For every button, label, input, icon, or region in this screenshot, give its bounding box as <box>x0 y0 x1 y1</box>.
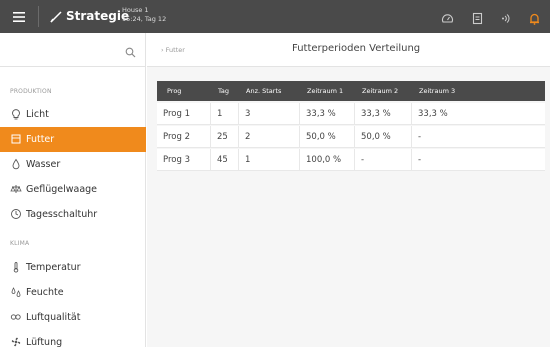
cell-period-1: 50,0 % <box>300 126 355 148</box>
cell-prog: Prog 1 <box>157 103 211 125</box>
humidity-icon <box>10 286 22 298</box>
fan-icon <box>10 336 22 347</box>
column-header-period-2: Zeitraum 2 <box>362 87 399 95</box>
sidebar-item-feuchte[interactable]: Feuchte <box>0 280 146 305</box>
cell-period-3: 33,3 % <box>418 109 448 119</box>
sidebar-item-label: Luftqualität <box>26 312 81 323</box>
sidebar-item-label: Temperatur <box>26 262 81 273</box>
cell-period-2: - <box>355 149 412 171</box>
table-header: Prog Tag Anz. Starts Zeitraum 1 Zeitraum… <box>157 81 545 101</box>
cell-prog: Prog 3 <box>157 149 211 171</box>
sidebar-item-wasser[interactable]: Wasser <box>0 152 146 177</box>
drop-icon <box>10 158 22 170</box>
column-header-prog: Prog <box>167 87 182 95</box>
cell-period-3: - <box>418 132 422 142</box>
page-title: Futterperioden Verteilung <box>292 43 421 54</box>
cell-period-1: 100,0 % <box>300 149 355 171</box>
top-bar: Strategie House 1 15:24, Tag 12 <box>0 0 550 33</box>
search-icon[interactable] <box>125 43 136 58</box>
house-time: 15:24, Tag 12 <box>122 15 167 23</box>
section-production: PRODUKTION <box>10 88 52 95</box>
cell-period-2: 50,0 % <box>355 126 412 148</box>
cell-prog: Prog 2 <box>157 126 211 148</box>
cell-starts: 2 <box>239 126 300 148</box>
cell-tag: 1 <box>211 103 239 125</box>
breadcrumb[interactable]: › Futter <box>161 46 185 54</box>
cell-period-3: - <box>418 155 422 165</box>
scale-icon <box>10 183 22 195</box>
cell-tag: 45 <box>211 149 239 171</box>
main-content: › Futter Futterperioden Verteilung Prog … <box>147 33 550 347</box>
sidebar-item-licht[interactable]: Licht <box>0 102 146 127</box>
logo-icon <box>49 9 63 23</box>
table-row[interactable]: Prog 1 1 3 33,3 % 33,3 % 33,3 % <box>157 103 545 125</box>
house-info: House 1 15:24, Tag 12 <box>122 6 166 24</box>
wireless-icon[interactable] <box>499 10 512 23</box>
sidebar: PRODUKTION Licht Futter Wasser Geflügelw… <box>0 33 146 347</box>
sidebar-item-lueftung[interactable]: Lüftung <box>0 330 146 347</box>
search-bar[interactable] <box>0 33 146 67</box>
sidebar-item-label: Futter <box>26 134 55 145</box>
table-row[interactable]: Prog 2 25 2 50,0 % 50,0 % - <box>157 126 545 148</box>
sidebar-item-label: Geflügelwaage <box>26 184 98 195</box>
sidebar-item-label: Lüftung <box>26 337 63 347</box>
notepad-icon[interactable] <box>471 10 484 25</box>
feed-icon <box>10 133 22 145</box>
sidebar-item-futter[interactable]: Futter <box>0 127 146 152</box>
column-header-tag: Tag <box>218 87 230 95</box>
cell-starts: 3 <box>239 103 300 125</box>
cell-period-2: 33,3 % <box>355 103 412 125</box>
cell-tag: 25 <box>211 126 239 148</box>
sidebar-item-gefluegelwaage[interactable]: Geflügelwaage <box>0 177 146 202</box>
co2-icon <box>10 311 22 323</box>
cell-period-1: 33,3 % <box>300 103 355 125</box>
clock-icon <box>10 208 22 220</box>
menu-icon[interactable] <box>12 9 26 23</box>
sidebar-item-label: Tagesschaltuhr <box>26 209 98 220</box>
sidebar-item-label: Feuchte <box>26 287 64 298</box>
sidebar-item-label: Licht <box>26 109 49 120</box>
thermometer-icon <box>10 261 22 273</box>
house-name: House 1 <box>122 6 149 14</box>
column-header-period-3: Zeitraum 3 <box>419 87 456 95</box>
sidebar-item-temperatur[interactable]: Temperatur <box>0 255 146 280</box>
section-climate: KLIMA <box>10 240 30 247</box>
column-header-period-1: Zeitraum 1 <box>307 87 344 95</box>
sidebar-item-luftqualitaet[interactable]: Luftqualität <box>0 305 146 330</box>
bulb-icon <box>10 108 22 120</box>
sidebar-item-label: Wasser <box>26 159 61 170</box>
table-row[interactable]: Prog 3 45 1 100,0 % - - <box>157 149 545 171</box>
topbar-divider <box>38 6 39 27</box>
column-header-starts: Anz. Starts <box>246 87 282 95</box>
gauge-icon[interactable] <box>441 10 454 23</box>
cell-starts: 1 <box>239 149 300 171</box>
sidebar-item-tagesschaltuhr[interactable]: Tagesschaltuhr <box>0 202 146 227</box>
app-title: Strategie <box>66 9 130 23</box>
content-header: › Futter Futterperioden Verteilung <box>147 33 550 67</box>
alarm-icon[interactable] <box>528 10 541 25</box>
